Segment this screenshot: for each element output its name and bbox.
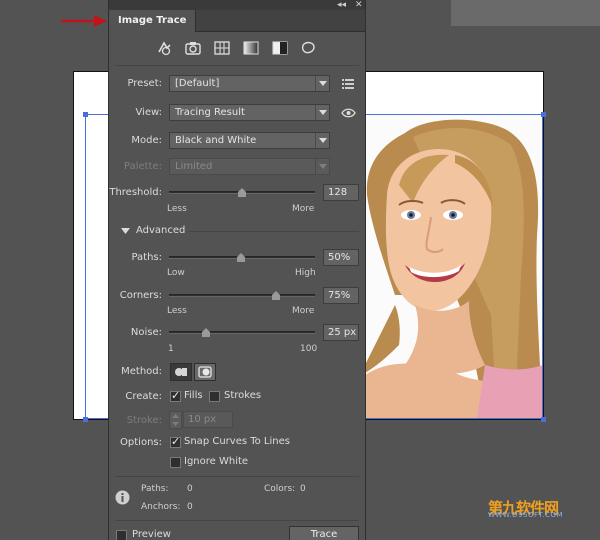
grayscale-icon[interactable] [242, 40, 260, 56]
strokes-checkbox-label: Strokes [224, 390, 262, 401]
noise-slider-track[interactable] [169, 331, 315, 334]
view-value: Tracing Result [175, 107, 245, 118]
panel-title-strip: ◂◂ ✕ [109, 0, 365, 10]
chevron-down-icon [315, 159, 329, 174]
collapse-panel-icon[interactable]: ◂◂ [337, 0, 346, 10]
overlapping-method-icon [198, 366, 212, 378]
create-label: Create: [125, 391, 162, 402]
method-label: Method: [121, 366, 162, 377]
mode-value: Black and White [175, 135, 257, 146]
divider [115, 65, 359, 66]
palette-dropdown: Limited [169, 158, 330, 175]
mode-dropdown[interactable]: Black and White [169, 132, 330, 149]
watermark-url: WWW.D9SOFT.COM [488, 511, 563, 519]
image-trace-panel: ◂◂ ✕ Image Trace Preset: [Default] View:… [108, 0, 366, 540]
palette-label: Palette: [123, 161, 162, 172]
info-paths-value: 0 [187, 484, 193, 494]
advanced-toggle-label[interactable]: Advanced [136, 225, 185, 236]
black-and-white-icon[interactable] [271, 40, 289, 56]
threshold-slider-thumb[interactable] [238, 188, 247, 197]
fills-checkbox-label: Fills [184, 390, 203, 401]
corners-max-label: More [292, 306, 315, 316]
divider [115, 476, 359, 477]
view-dropdown[interactable]: Tracing Result [169, 104, 330, 121]
paths-max-label: High [295, 268, 316, 278]
view-label: View: [135, 107, 162, 118]
auto-color-icon[interactable] [156, 40, 174, 56]
high-color-icon[interactable] [184, 40, 202, 56]
ignore-white-checkbox[interactable] [170, 457, 181, 468]
ignore-white-checkbox-label: Ignore White [184, 456, 249, 467]
corners-label: Corners: [119, 290, 162, 301]
chevron-down-icon [315, 133, 329, 148]
panel-tab-bar: Image Trace [109, 10, 365, 32]
info-anchors-label: Anchors: [141, 502, 181, 512]
view-source-eye-icon[interactable] [341, 108, 356, 118]
stroke-stepper [169, 411, 182, 429]
divider [189, 231, 359, 232]
info-colors-value: 0 [300, 484, 306, 494]
options-label: Options: [120, 437, 162, 448]
info-paths-label: Paths: [141, 484, 169, 494]
chevron-down-icon [315, 76, 329, 91]
outline-icon[interactable] [300, 40, 318, 56]
tab-image-trace[interactable]: Image Trace [109, 10, 197, 32]
strokes-checkbox[interactable] [209, 391, 220, 402]
noise-slider-thumb[interactable] [202, 328, 211, 337]
corners-min-label: Less [167, 306, 187, 316]
info-icon [115, 490, 130, 505]
corners-slider-thumb[interactable] [272, 291, 281, 300]
stroke-label: Stroke: [126, 415, 162, 426]
stepper-arrows-icon [172, 414, 179, 426]
method-abutting-button[interactable] [170, 363, 192, 381]
method-overlapping-button[interactable] [194, 363, 216, 381]
snap-curves-checkbox[interactable] [170, 435, 181, 448]
stroke-value-field: 10 px [183, 411, 233, 428]
disclosure-triangle-icon[interactable] [121, 228, 130, 234]
close-panel-icon[interactable]: ✕ [355, 0, 363, 10]
divider [115, 520, 359, 521]
threshold-max-label: More [292, 204, 315, 214]
noise-label: Noise: [130, 327, 162, 338]
noise-max-label: 100 [300, 344, 318, 354]
selection-handle-top-right[interactable] [541, 112, 546, 117]
snap-curves-checkbox-label: Snap Curves To Lines [184, 436, 290, 447]
mode-label: Mode: [131, 135, 162, 146]
preset-value: [Default] [175, 78, 220, 89]
selection-handle-bottom-right[interactable] [541, 417, 546, 422]
threshold-min-label: Less [167, 204, 187, 214]
corners-slider-track[interactable] [169, 294, 315, 297]
info-anchors-value: 0 [187, 502, 193, 512]
selection-handle-bottom-left[interactable] [83, 417, 88, 422]
info-colors-label: Colors: [264, 484, 296, 494]
manage-presets-menu-icon[interactable] [342, 79, 354, 89]
watermark: 第九软件网 WWW.D9SOFT.COM [488, 497, 588, 519]
palette-value: Limited [175, 161, 213, 172]
paths-min-label: Low [167, 268, 185, 278]
noise-min-label: 1 [168, 344, 174, 354]
chevron-down-icon [315, 105, 329, 120]
preset-dropdown[interactable]: [Default] [169, 75, 330, 92]
threshold-label: Threshold: [109, 187, 162, 198]
threshold-value-field[interactable]: 128 [323, 184, 359, 201]
preview-checkbox-label: Preview [132, 529, 171, 540]
selection-handle-top-left[interactable] [83, 112, 88, 117]
preview-checkbox[interactable] [116, 530, 127, 540]
trace-button[interactable]: Trace [289, 526, 359, 540]
low-color-icon[interactable] [213, 40, 231, 56]
noise-value-field[interactable]: 25 px [323, 324, 359, 341]
fills-checkbox[interactable] [170, 389, 181, 402]
paths-label: Paths: [131, 252, 162, 263]
red-arrow-icon [61, 15, 107, 27]
abutting-method-icon [175, 368, 187, 376]
paths-slider-thumb[interactable] [237, 253, 246, 262]
canvas-corner-area [451, 0, 600, 26]
corners-value-field[interactable]: 75% [323, 287, 359, 304]
paths-value-field[interactable]: 50% [323, 249, 359, 266]
preset-label: Preset: [127, 78, 162, 89]
